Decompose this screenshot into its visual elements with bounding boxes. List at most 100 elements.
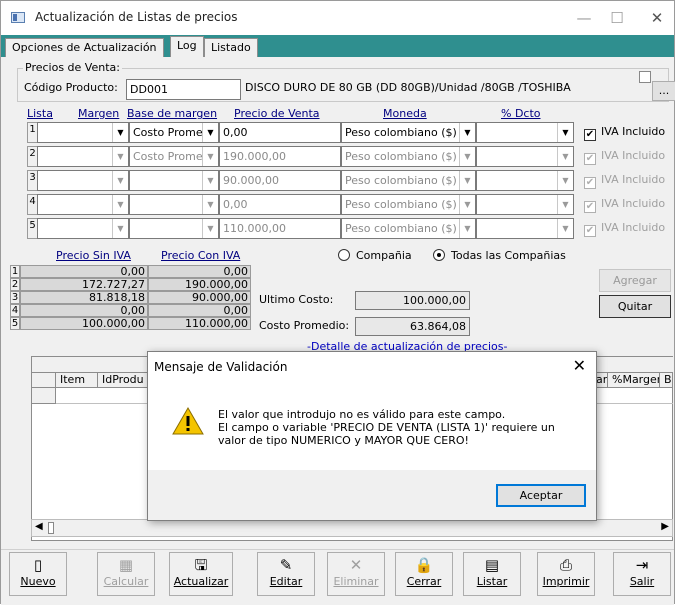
save-icon: 🖫 [194, 556, 208, 574]
dcto-combo[interactable]: ▼ [476, 146, 574, 167]
header-base: Base de margen [127, 107, 218, 120]
row-number: 4 [27, 194, 37, 215]
chevron-down-icon[interactable]: ▼ [557, 147, 573, 166]
lista-combo[interactable]: ▼ [37, 170, 129, 191]
scroll-thumb[interactable] [48, 522, 54, 534]
chevron-down-icon[interactable]: ▼ [112, 171, 128, 190]
calcular-button[interactable]: ▦ Calcular [97, 552, 155, 596]
dcto-combo[interactable]: ▼ [476, 122, 574, 143]
chevron-down-icon[interactable]: ▼ [459, 123, 475, 142]
horizontal-scrollbar[interactable]: ◀ ▶ [31, 519, 673, 537]
ultimo-costo-value: 100.000,00 [355, 291, 470, 310]
imprimir-button[interactable]: ⎙ Imprimir [537, 552, 595, 596]
moneda-combo[interactable]: Peso colombiano ($) ▼ [341, 194, 476, 215]
chevron-down-icon[interactable]: ▼ [112, 195, 128, 214]
base-combo[interactable]: Costo Prome ▼ [129, 122, 219, 143]
chevron-down-icon[interactable]: ▼ [112, 147, 128, 166]
precio-input[interactable]: 0,00 [219, 194, 341, 215]
cerrar-button[interactable]: 🔒 Cerrar [395, 552, 453, 596]
agregar-button[interactable]: Agregar [599, 269, 671, 292]
aceptar-button[interactable]: Aceptar [496, 484, 586, 507]
chevron-down-icon[interactable]: ▼ [202, 195, 218, 214]
moneda-combo[interactable]: Peso colombiano ($) ▼ [341, 218, 476, 239]
precio-sin-iva-cell: 172.727,27 [20, 278, 148, 291]
actualizar-button[interactable]: 🖫 Actualizar [169, 552, 233, 596]
chevron-down-icon[interactable]: ▼ [202, 123, 218, 142]
base-combo[interactable]: Costo Prome ▼ [129, 146, 219, 167]
scroll-right-icon[interactable]: ▶ [661, 521, 669, 532]
chevron-down-icon[interactable]: ▼ [459, 147, 475, 166]
chevron-down-icon[interactable]: ▼ [557, 219, 573, 238]
row-number: 2 [27, 146, 37, 167]
radio-todas-companias[interactable]: Todas las Compañias [433, 249, 566, 262]
grid-col-item[interactable]: Item [56, 372, 98, 388]
codigo-input[interactable]: DD001 [126, 79, 241, 100]
dialog-close-icon[interactable]: ✕ [573, 356, 586, 375]
precio-input[interactable]: 90.000,00 [219, 170, 341, 191]
lista-combo[interactable]: ▼ [37, 122, 129, 143]
dcto-combo[interactable]: ▼ [476, 218, 574, 239]
precio-input[interactable]: 0,00 [219, 122, 341, 143]
lista-combo[interactable]: ▼ [37, 194, 129, 215]
moneda-combo[interactable]: Peso colombiano ($) ▼ [341, 122, 476, 143]
quitar-button[interactable]: Quitar [599, 295, 671, 318]
header-precio-con-iva: Precio Con IVA [161, 249, 241, 262]
scroll-left-icon[interactable]: ◀ [35, 521, 43, 532]
dialog-footer: Aceptar [148, 470, 596, 520]
nuevo-button[interactable]: ▯ Nuevo [9, 552, 67, 596]
chevron-down-icon[interactable]: ▼ [557, 171, 573, 190]
radio-compania[interactable]: Compañia [338, 249, 412, 262]
grid-row-header[interactable] [32, 388, 56, 404]
new-file-icon: ▯ [33, 556, 43, 574]
chevron-down-icon[interactable]: ▼ [459, 171, 475, 190]
editar-button[interactable]: ✎ Editar [257, 552, 315, 596]
iva-checkbox[interactable]: ✔ IVA Incluido [584, 125, 665, 141]
eliminar-button[interactable]: ✕ Eliminar [327, 552, 385, 596]
chevron-down-icon[interactable]: ▼ [112, 123, 128, 142]
chevron-down-icon[interactable]: ▼ [112, 219, 128, 238]
tab-log[interactable]: Log [170, 36, 204, 57]
grid-col-base[interactable]: Ba [660, 372, 673, 388]
salir-button[interactable]: ⇥ Salir [613, 552, 671, 596]
dcto-combo[interactable]: ▼ [476, 170, 574, 191]
lista-combo[interactable]: ▼ [37, 218, 129, 239]
moneda-combo[interactable]: Peso colombiano ($) ▼ [341, 146, 476, 167]
ultimo-costo-label: Ultimo Costo: [259, 293, 334, 306]
chevron-down-icon[interactable]: ▼ [557, 123, 573, 142]
listar-button[interactable]: ▤ Listar [463, 552, 521, 596]
checkmark-icon: ✔ [584, 225, 596, 237]
row-number: 3 [10, 291, 20, 304]
grid-col-margen[interactable]: %Margen [608, 372, 660, 388]
chevron-down-icon[interactable]: ▼ [202, 219, 218, 238]
iva-checkbox[interactable]: ✔ IVA Incluido [584, 149, 665, 165]
chevron-down-icon[interactable]: ▼ [202, 147, 218, 166]
iva-checkbox[interactable]: ✔ IVA Incluido [584, 197, 665, 213]
tab-listado[interactable]: Listado [204, 38, 258, 57]
minimize-button[interactable]: — [574, 9, 594, 27]
lista-combo[interactable]: ▼ [37, 146, 129, 167]
maximize-button[interactable]: ☐ [607, 9, 627, 27]
dcto-combo[interactable]: ▼ [476, 194, 574, 215]
chevron-down-icon[interactable]: ▼ [202, 171, 218, 190]
base-combo[interactable]: ▼ [129, 194, 219, 215]
base-combo[interactable]: ▼ [129, 218, 219, 239]
precio-con-iva-cell: 110.000,00 [148, 317, 251, 330]
close-button[interactable]: ✕ [647, 9, 667, 27]
grid-col-idproducto[interactable]: IdProdu [98, 372, 148, 388]
precio-con-iva-cell: 0,00 [148, 265, 251, 278]
iva-checkbox[interactable]: ✔ IVA Incluido [584, 221, 665, 237]
chevron-down-icon[interactable]: ▼ [459, 219, 475, 238]
chevron-down-icon[interactable]: ▼ [557, 195, 573, 214]
moneda-combo[interactable]: Peso colombiano ($) ▼ [341, 170, 476, 191]
tab-opciones[interactable]: Opciones de Actualización [5, 38, 164, 57]
bottom-toolbar: ▯ Nuevo ▦ Calcular 🖫 Actualizar ✎ Editar ✕ El… [1, 549, 674, 605]
precio-input[interactable]: 190.000,00 [219, 146, 341, 167]
precio-con-iva-cell: 90.000,00 [148, 291, 251, 304]
lookup-button[interactable]: ... [652, 81, 675, 101]
precio-input[interactable]: 110.000,00 [219, 218, 341, 239]
chevron-down-icon[interactable]: ▼ [459, 195, 475, 214]
tab-strip: Opciones de Actualización Log Listado [1, 35, 674, 57]
iva-checkbox[interactable]: ✔ IVA Incluido [584, 173, 665, 189]
base-combo[interactable]: ▼ [129, 170, 219, 191]
window-title: Actualización de Listas de precios [35, 10, 238, 24]
